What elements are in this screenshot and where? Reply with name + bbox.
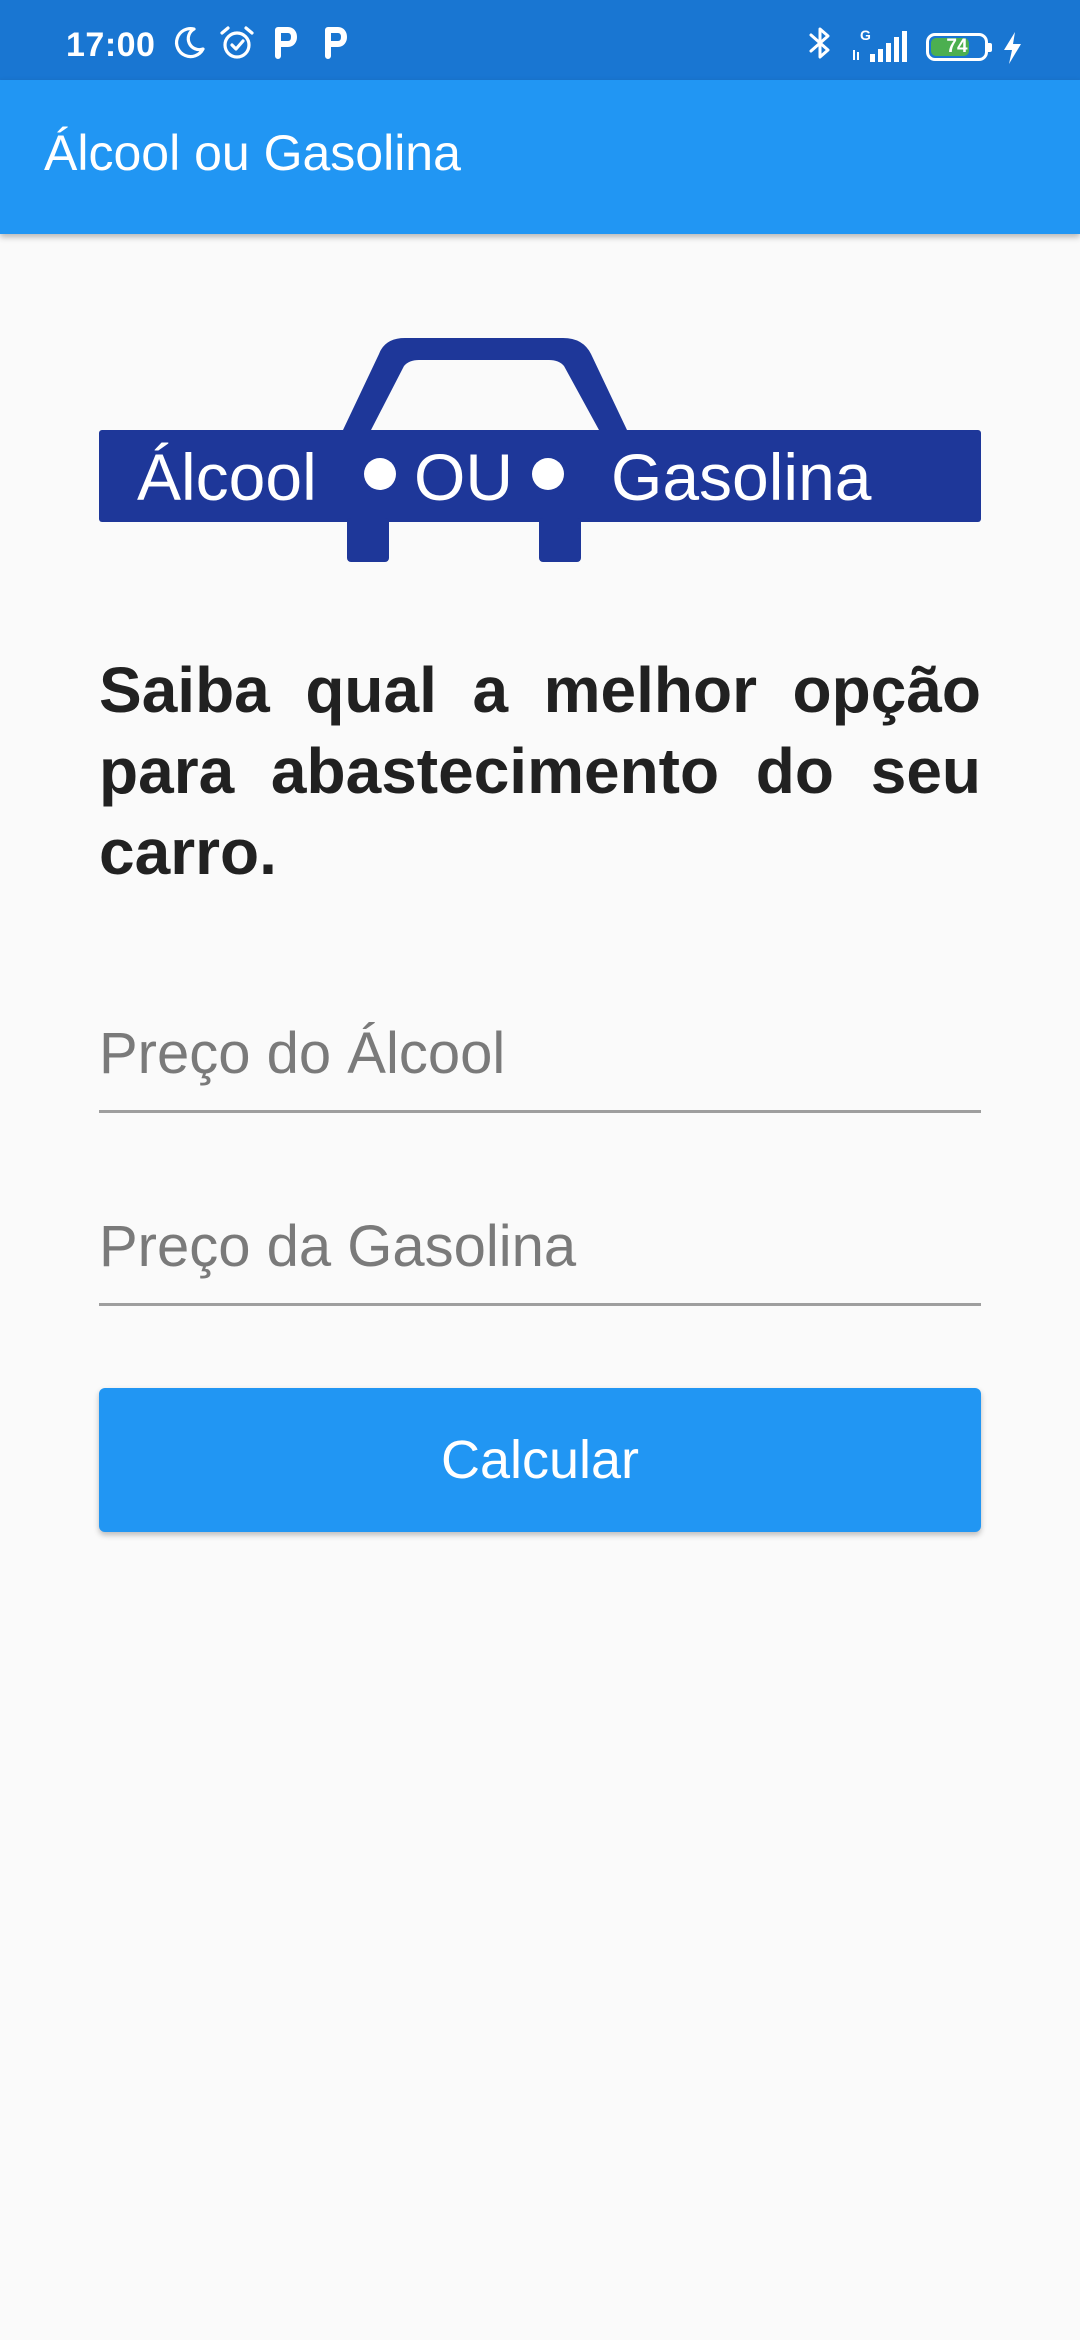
car-wheel-left — [347, 518, 389, 562]
app-bar: Álcool ou Gasolina — [0, 80, 1080, 234]
gasolina-price-field — [99, 1168, 981, 1308]
app-title: Álcool ou Gasolina — [44, 125, 461, 181]
parking-icon — [270, 24, 302, 60]
alarm-icon — [218, 24, 256, 62]
alcool-price-field — [99, 975, 981, 1115]
logo-word-alcool: Álcool — [137, 440, 317, 514]
logo-word-ou: OU — [414, 440, 513, 514]
battery-icon: 74 — [926, 33, 992, 61]
status-bar: 17:00 G 74 — [0, 0, 1080, 80]
signal-icon: G — [850, 26, 912, 66]
charging-icon — [1000, 30, 1024, 66]
car-roof-shape — [343, 338, 627, 430]
car-wheel-right — [539, 518, 581, 562]
alcool-price-input[interactable] — [99, 975, 981, 1113]
moon-icon — [172, 24, 208, 60]
status-time: 17:00 — [66, 26, 156, 64]
logo-dot-right — [532, 458, 564, 490]
logo-dot-left — [364, 458, 396, 490]
app-logo: Álcool OU Gasolina — [99, 332, 981, 562]
headline-text: Saiba qual a melhor opção para abastecim… — [99, 654, 981, 888]
parking-icon — [320, 24, 352, 60]
logo-word-gasolina: Gasolina — [611, 440, 872, 514]
network-type-label: G — [860, 27, 871, 43]
bluetooth-icon — [804, 24, 836, 62]
calculate-button[interactable]: Calcular — [99, 1388, 981, 1532]
gasolina-price-input[interactable] — [99, 1168, 981, 1306]
battery-tip — [988, 43, 992, 52]
battery-level: 74 — [946, 36, 968, 57]
